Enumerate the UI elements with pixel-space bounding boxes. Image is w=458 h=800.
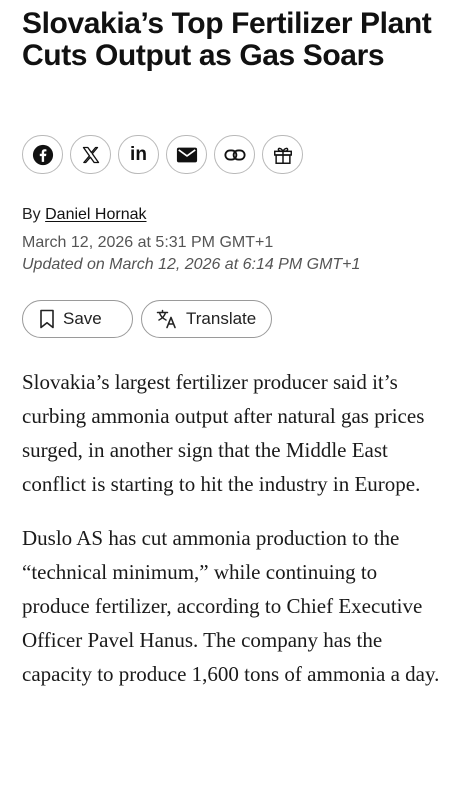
article-headline: Slovakia’s Top Fertilizer Plant Cuts Out… bbox=[22, 7, 432, 72]
linkedin-icon: in bbox=[130, 144, 147, 165]
byline-prefix: By bbox=[22, 206, 46, 223]
facebook-icon bbox=[32, 144, 54, 166]
mail-icon bbox=[176, 146, 198, 164]
translate-icon bbox=[156, 309, 178, 329]
article-page: Slovakia’s Top Fertilizer Plant Cuts Out… bbox=[0, 0, 458, 800]
save-label: Save bbox=[63, 309, 102, 328]
save-button[interactable]: Save bbox=[22, 300, 133, 338]
article-paragraph: Slovakia’s largest fertilizer producer s… bbox=[22, 370, 425, 496]
share-link-button[interactable] bbox=[214, 135, 255, 174]
x-icon bbox=[81, 145, 101, 165]
article-body: Slovakia’s largest fertilizer producer s… bbox=[22, 365, 442, 711]
updated-timestamp: Updated on March 12, 2026 at 6:14 PM GMT… bbox=[22, 256, 361, 273]
published-timestamp: March 12, 2026 at 5:31 PM GMT+1 bbox=[22, 234, 274, 251]
article-actions: Save Translate bbox=[22, 300, 272, 338]
share-mail-button[interactable] bbox=[166, 135, 207, 174]
article-paragraph: Duslo AS has cut ammonia production to t… bbox=[22, 526, 440, 686]
link-icon bbox=[223, 148, 246, 162]
translate-label: Translate bbox=[186, 309, 257, 328]
author-link[interactable]: Daniel Hornak bbox=[45, 206, 146, 223]
gift-icon bbox=[272, 144, 294, 166]
share-linkedin-button[interactable]: in bbox=[118, 135, 159, 174]
gift-article-button[interactable] bbox=[262, 135, 303, 174]
translate-button[interactable]: Translate bbox=[141, 300, 272, 338]
bookmark-icon bbox=[39, 309, 55, 329]
share-bar: in bbox=[22, 135, 303, 174]
share-x-button[interactable] bbox=[70, 135, 111, 174]
byline: By Daniel Hornak bbox=[22, 205, 147, 225]
share-facebook-button[interactable] bbox=[22, 135, 63, 174]
